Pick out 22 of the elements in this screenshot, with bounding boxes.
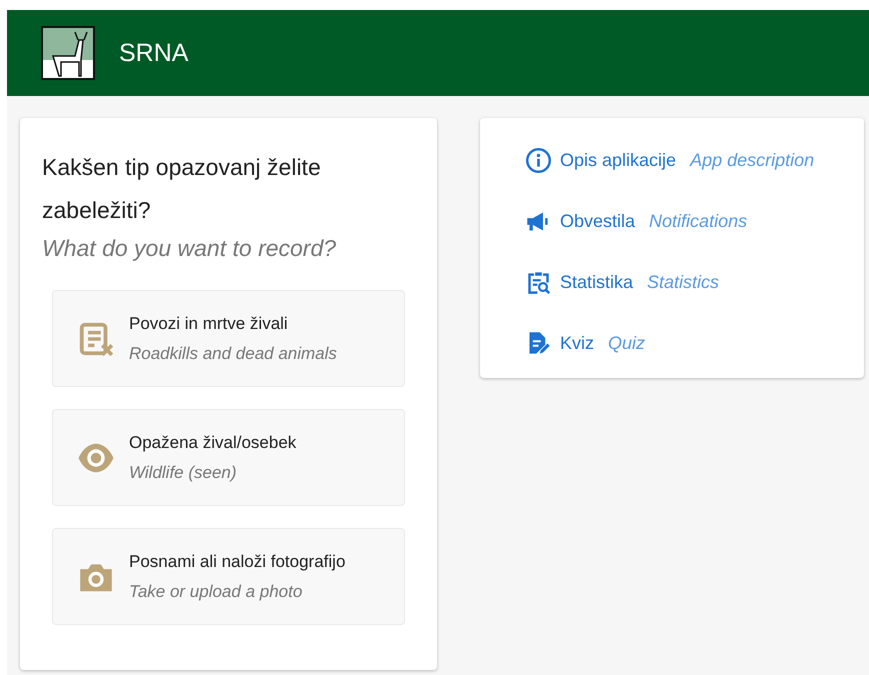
option-tile[interactable]: Povozi in mrtve živali Roadkills and dead animals (52, 290, 405, 387)
option-label: Posnami ali naloži fotografijo (129, 552, 346, 572)
deer-logo (41, 26, 95, 80)
menu-link-translation: Statistics (647, 272, 720, 293)
menu-link-translation: Quiz (608, 333, 646, 354)
question-subtitle: What do you want to record? (42, 234, 338, 263)
menu-link-translation: Notifications (649, 211, 748, 232)
option-label: Povozi in mrtve živali (129, 314, 289, 334)
option-tile[interactable]: Opažena žival/osebek Wildlife (seen) (52, 409, 405, 506)
menu-link-translation: App description (690, 150, 814, 171)
menu-link[interactable]: Opis aplikacije (560, 150, 676, 171)
option-label: Opažena žival/osebek (129, 432, 296, 452)
menu-link[interactable]: Statistika (560, 272, 634, 293)
option-sublabel: Take or upload a photo (129, 582, 304, 602)
question-title: Kakšen tip opazovanj želite zabeležiti? (42, 153, 322, 225)
option-sublabel: Roadkills and dead animals (129, 344, 337, 364)
app-title: SRNA (119, 38, 188, 68)
info-icon (525, 147, 552, 174)
menu-link[interactable]: Obvestila (560, 211, 636, 232)
option-tile[interactable]: Posnami ali naloži fotografijo Take or upload a photo (52, 528, 405, 625)
option-sublabel: Wildlife (seen) (129, 462, 238, 482)
menu-link[interactable]: Kviz (560, 333, 594, 354)
